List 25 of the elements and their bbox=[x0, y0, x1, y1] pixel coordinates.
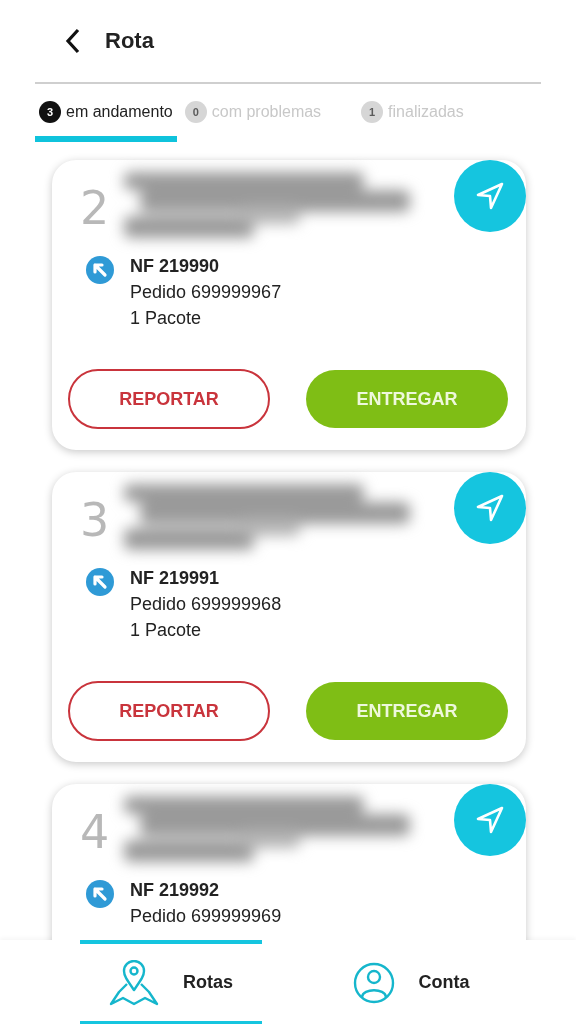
stop-number: 2 bbox=[80, 181, 110, 235]
package-count: 1 Pacote bbox=[130, 620, 203, 641]
page-title: Rota bbox=[105, 28, 154, 54]
order-number: Pedido 699999968 bbox=[130, 594, 282, 615]
nav-tab[interactable]: Rotas bbox=[80, 940, 262, 1024]
invoice-number: NF 219990 bbox=[130, 256, 221, 277]
user-icon bbox=[352, 960, 395, 1005]
report-button[interactable]: REPORTAR bbox=[68, 681, 270, 741]
stop-number: 3 bbox=[80, 493, 110, 547]
count-badge: 3 bbox=[39, 101, 61, 123]
count-badge: 1 bbox=[361, 101, 384, 123]
nav-tab[interactable]: Conta bbox=[320, 940, 502, 1024]
order-number: Pedido 699999969 bbox=[130, 906, 282, 927]
navigation-arrow-icon bbox=[475, 181, 505, 211]
invoice-number: NF 219992 bbox=[130, 880, 221, 901]
count-badge: 0 bbox=[184, 101, 207, 123]
map-pin-icon bbox=[109, 959, 159, 1006]
stop-number: 4 bbox=[80, 805, 110, 859]
report-button[interactable]: REPORTAR bbox=[68, 369, 270, 429]
navigation-arrow-icon bbox=[475, 805, 505, 835]
package-count: 1 Pacote bbox=[130, 308, 203, 329]
status-tab[interactable]: 3 em andamento bbox=[35, 84, 177, 142]
invoice-number: NF 219991 bbox=[130, 568, 221, 589]
navigation-arrow-icon bbox=[475, 493, 505, 523]
order-number: Pedido 699999967 bbox=[130, 282, 282, 303]
